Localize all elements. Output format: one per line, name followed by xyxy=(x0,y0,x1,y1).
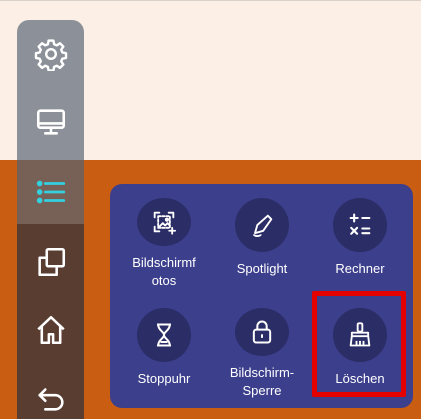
sidebar-item-settings[interactable] xyxy=(17,22,84,86)
sidebar-item-desktop[interactable] xyxy=(17,90,84,154)
multi-window-icon xyxy=(37,247,65,277)
tile-circle xyxy=(333,198,387,252)
tile-calculator[interactable]: Rechner xyxy=(310,190,410,290)
lock-icon xyxy=(252,320,272,344)
sidebar xyxy=(17,20,84,419)
sidebar-item-back[interactable] xyxy=(17,366,84,419)
tile-stopwatch[interactable]: Stoppuhr xyxy=(114,300,214,400)
calculator-icon xyxy=(349,213,371,235)
tile-circle xyxy=(235,198,289,252)
tile-screen-lock[interactable]: Bildschirm- Sperre xyxy=(212,300,312,400)
tile-label: Stoppuhr xyxy=(137,371,191,386)
tile-circle xyxy=(137,198,191,246)
spotlight-icon xyxy=(252,214,273,238)
sidebar-item-windows[interactable] xyxy=(17,230,84,294)
sidebar-item-menu[interactable] xyxy=(17,160,84,224)
hourglass-icon xyxy=(157,323,171,347)
tile-spotlight[interactable]: Spotlight xyxy=(212,190,312,290)
tile-label: Spotlight xyxy=(236,261,288,276)
tile-label: Rechner xyxy=(335,261,385,276)
highlight-box xyxy=(312,291,406,397)
tile-circle xyxy=(235,308,289,356)
tile-circle xyxy=(137,308,191,362)
monitor-icon xyxy=(36,109,65,135)
tile-label: Bildschirmf otos xyxy=(132,255,196,288)
list-icon xyxy=(36,180,65,204)
home-icon xyxy=(36,315,65,345)
back-arrow-icon xyxy=(37,388,64,411)
screenshot-icon xyxy=(153,211,177,235)
gear-icon xyxy=(34,39,67,71)
tile-screenshot[interactable]: Bildschirmf otos xyxy=(114,190,214,290)
tile-label: Bildschirm- Sperre xyxy=(229,365,295,398)
sidebar-item-home[interactable] xyxy=(17,298,84,362)
